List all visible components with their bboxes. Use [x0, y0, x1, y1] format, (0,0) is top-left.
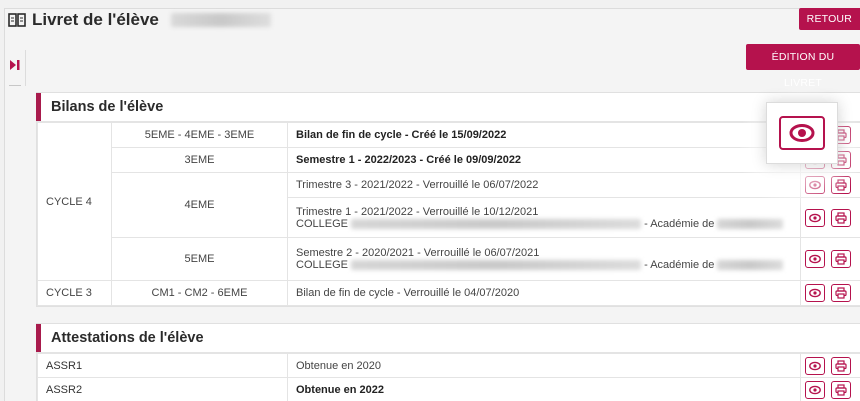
table-row: CYCLE 3 CM1 - CM2 - 6EME Bilan de fin de… [37, 280, 860, 306]
bilan-cell: Semestre 1 - 2022/2023 - Créé le 09/09/2… [287, 147, 801, 173]
actions-cell [799, 172, 860, 198]
view-button-zoomed[interactable] [779, 116, 825, 150]
academy-redacted [717, 260, 784, 271]
table-row: ASSR1 Obtenue en 2020 [37, 353, 860, 378]
school-name-redacted [351, 218, 642, 229]
edition-livret-button[interactable]: ÉDITION DU LIVRET [746, 44, 860, 89]
attestation-name: ASSR2 [37, 377, 288, 401]
print-button[interactable] [830, 356, 851, 375]
print-button[interactable] [830, 208, 851, 227]
bilan-cell: Trimestre 3 - 2021/2022 - Verrouillé le … [287, 172, 801, 198]
print-button[interactable] [830, 176, 851, 194]
actions-cell [799, 197, 860, 238]
printer-icon [834, 383, 847, 396]
cycle-cell: CYCLE 4 [37, 122, 112, 281]
attestations-table: ASSR1 Obtenue en 2020 ASSR2 Obtenue en 2… [37, 353, 860, 401]
cycle-cell: CYCLE 3 [37, 280, 112, 306]
eye-icon [808, 288, 821, 298]
printer-icon [834, 211, 847, 224]
levels-cell: 5EME [111, 237, 288, 281]
print-button[interactable] [830, 250, 851, 268]
view-button[interactable] [804, 208, 825, 227]
table-row: CYCLE 4 5EME - 4EME - 3EME Bilan de fin … [37, 122, 860, 281]
bilan-cell: Semestre 2 - 2020/2021 - Verrouillé le 0… [287, 237, 801, 281]
bilan-school: COLLEGE - Académie de [296, 259, 792, 271]
eye-icon [808, 180, 821, 190]
table-row: 3EME Semestre 1 - 2022/2023 - Créé le 09… [38, 147, 860, 173]
attestations-section: Attestations de l'élève ASSR1 Obtenue en… [36, 323, 860, 401]
table-row: ASSR2 Obtenue en 2022 [37, 377, 860, 401]
actions-cell [799, 280, 860, 306]
levels-cell: 4EME [111, 172, 288, 238]
eye-icon [789, 124, 815, 142]
print-button[interactable] [830, 380, 851, 399]
actions-cell [799, 237, 860, 281]
eye-icon [808, 213, 821, 222]
printer-icon [834, 359, 847, 372]
view-button[interactable] [804, 380, 825, 399]
eye-icon [808, 361, 821, 370]
bilan-school: COLLEGE - Académie de [296, 218, 792, 230]
bilan-cell: Bilan de fin de cycle - Verrouillé le 04… [287, 280, 801, 306]
sidebar-toggle[interactable] [4, 50, 26, 86]
school-name-redacted [351, 260, 642, 271]
attestations-heading: Attestations de l'élève [36, 324, 860, 353]
actions-cell [799, 377, 860, 401]
retour-button[interactable]: RETOUR [798, 8, 860, 30]
printer-icon [834, 253, 847, 265]
attestation-status: Obtenue en 2022 [287, 377, 801, 401]
attestation-status: Obtenue en 2020 [287, 353, 801, 378]
zoom-callout [766, 102, 838, 164]
table-row: 5EME Semestre 2 - 2020/2021 - Verrouillé… [38, 237, 860, 281]
levels-cell: 5EME - 4EME - 3EME [111, 122, 288, 148]
view-button[interactable] [804, 284, 825, 302]
view-button[interactable] [804, 250, 825, 268]
levels-cell: CM1 - CM2 - 6EME [111, 280, 288, 306]
bilan-cell: Bilan de fin de cycle - Créé le 15/09/20… [287, 122, 801, 148]
bilans-section: Bilans de l'élève CYCLE 4 5EME - 4EME - … [36, 92, 860, 307]
attestation-name: ASSR1 [37, 353, 288, 378]
table-row: 4EME Trimestre 3 - 2021/2022 - Verrouill… [38, 172, 860, 238]
bilan-title: Semestre 2 - 2020/2021 - Verrouillé le 0… [296, 247, 540, 259]
skip-forward-icon [10, 60, 20, 70]
bilan-title: Trimestre 1 - 2021/2022 - Verrouillé le … [296, 205, 539, 218]
academy-redacted [717, 218, 784, 229]
bilans-heading: Bilans de l'élève [36, 93, 860, 122]
bilans-table: CYCLE 4 5EME - 4EME - 3EME Bilan de fin … [37, 122, 860, 306]
levels-cell: 3EME [111, 147, 288, 173]
view-button[interactable] [804, 356, 825, 375]
view-button[interactable] [804, 176, 825, 194]
page-title: Livret de l'élève [8, 10, 271, 30]
bilan-cell: Trimestre 1 - 2021/2022 - Verrouillé le … [287, 197, 801, 238]
actions-cell [799, 353, 860, 378]
book-icon [8, 12, 26, 28]
printer-icon [834, 287, 847, 299]
print-button[interactable] [830, 284, 851, 302]
printer-icon [834, 179, 847, 191]
page-title-text: Livret de l'élève [32, 10, 159, 29]
eye-icon [808, 254, 821, 264]
student-name-redacted [170, 13, 271, 27]
eye-icon [808, 385, 821, 394]
